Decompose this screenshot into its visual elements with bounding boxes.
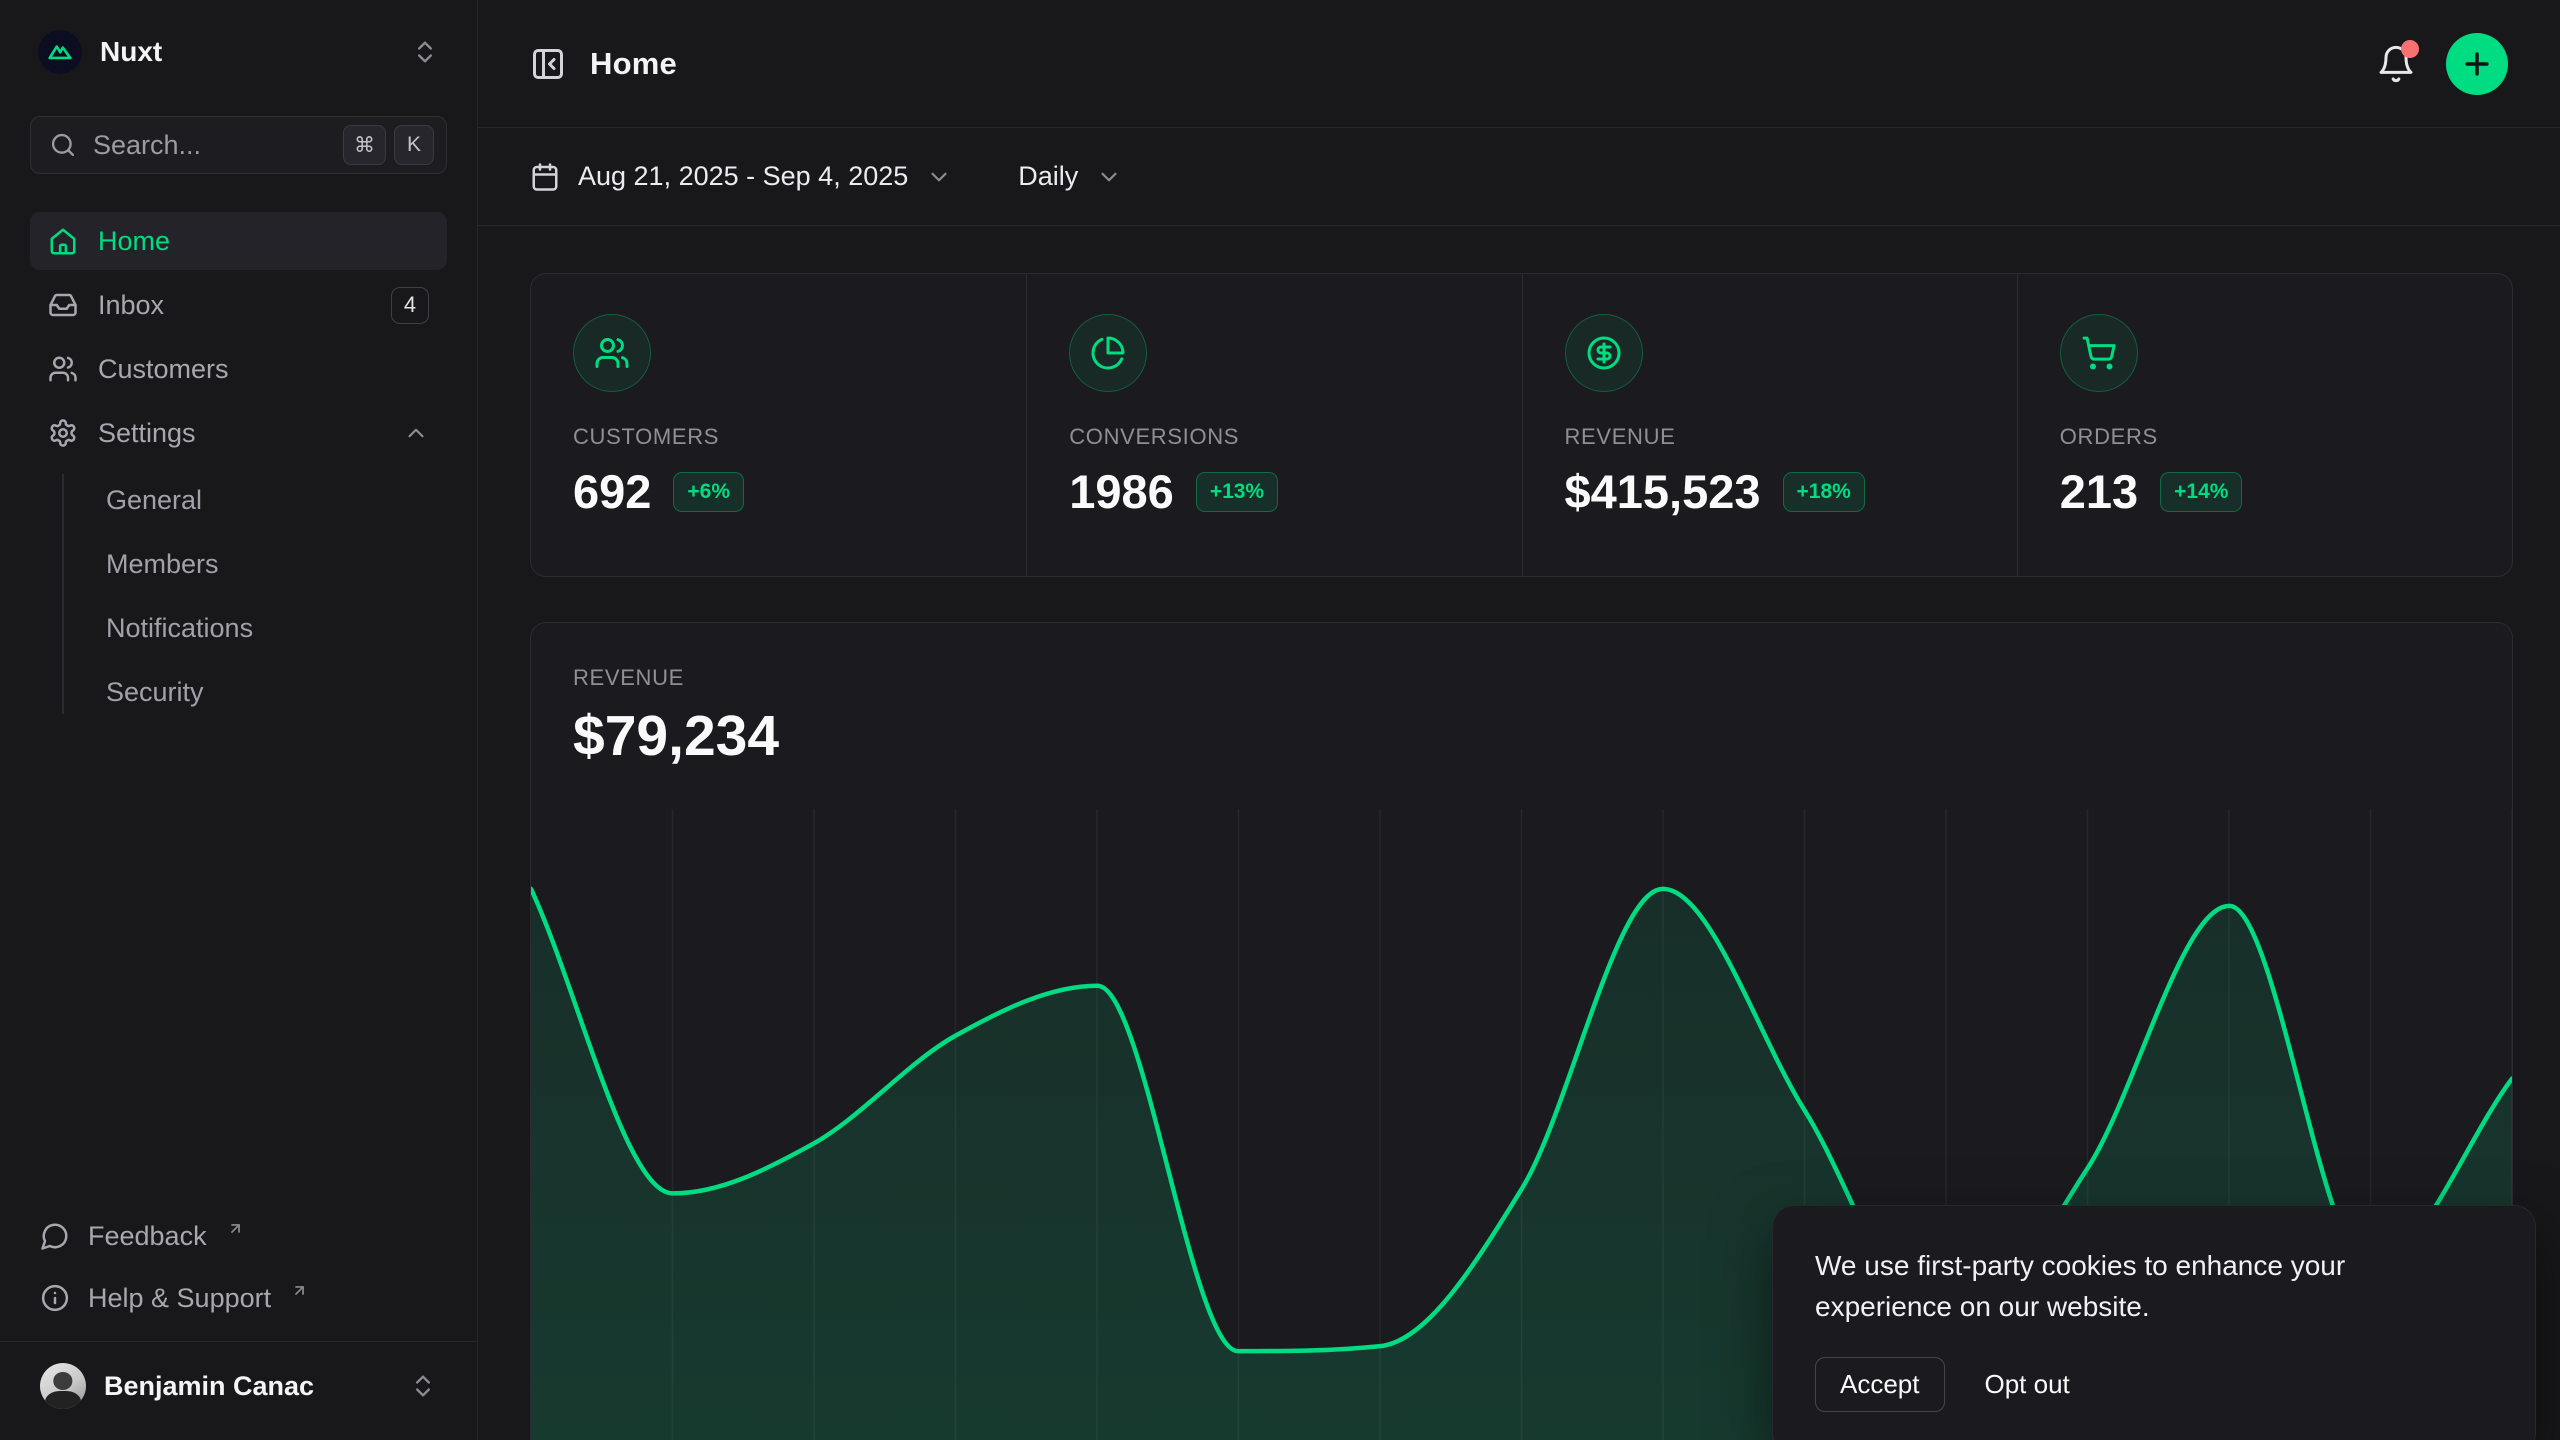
search-input[interactable]: Search... ⌘ K: [30, 116, 447, 174]
cookie-banner: We use first-party cookies to enhance yo…: [1772, 1205, 2536, 1440]
stat-delta-badge: +14%: [2160, 472, 2242, 512]
stat-delta-badge: +13%: [1196, 472, 1278, 512]
settings-subnav: General Members Notifications Security: [30, 468, 447, 724]
user-menu[interactable]: Benjamin Canac: [30, 1342, 447, 1430]
cookie-optout-button[interactable]: Opt out: [1985, 1369, 2070, 1400]
sidebar-item-settings[interactable]: Settings: [30, 404, 447, 462]
stat-label: REVENUE: [1565, 424, 1975, 450]
home-icon: [48, 226, 78, 256]
inbox-unread-badge: 4: [391, 287, 429, 324]
kbd-cmd: ⌘: [343, 125, 386, 165]
add-button[interactable]: [2446, 33, 2508, 95]
feedback-label: Feedback: [88, 1221, 207, 1252]
chevron-up-icon: [403, 420, 429, 446]
feedback-link[interactable]: Feedback: [30, 1205, 447, 1267]
stat-orders[interactable]: ORDERS 213 +14%: [2017, 274, 2512, 576]
users-icon: [48, 354, 78, 384]
user-name: Benjamin Canac: [104, 1371, 314, 1402]
sidebar-item-label: Settings: [98, 418, 196, 449]
chevrons-up-down-icon: [411, 38, 439, 66]
period-value: Daily: [1018, 161, 1078, 192]
info-circle-icon: [40, 1283, 70, 1313]
sidebar-item-inbox[interactable]: Inbox 4: [30, 276, 447, 334]
stat-customers[interactable]: CUSTOMERS 692 +6%: [531, 274, 1026, 576]
sidebar-item-label: Inbox: [98, 290, 164, 321]
notifications-button[interactable]: [2376, 44, 2416, 84]
calendar-icon: [530, 162, 560, 192]
user-avatar: [40, 1363, 86, 1409]
stat-value: 692: [573, 464, 651, 519]
stat-delta-badge: +6%: [673, 472, 744, 512]
stat-value: $415,523: [1565, 464, 1761, 519]
sidebar-item-customers[interactable]: Customers: [30, 340, 447, 398]
sidebar-item-notifications[interactable]: Notifications: [30, 596, 447, 660]
search-shortcut: ⌘ K: [343, 125, 434, 165]
sidebar: Nuxt Search... ⌘ K Home: [0, 0, 478, 1440]
plus-icon: [2460, 47, 2494, 81]
cookie-message: We use first-party cookies to enhance yo…: [1815, 1246, 2435, 1327]
dollar-circle-icon: [1565, 314, 1643, 392]
topbar-actions: [2376, 33, 2508, 95]
chevron-down-icon: [1096, 164, 1122, 190]
help-support-label: Help & Support: [88, 1283, 271, 1314]
external-link-icon: [291, 1282, 308, 1299]
stat-conversions[interactable]: CONVERSIONS 1986 +13%: [1026, 274, 1521, 576]
revenue-value: $79,234: [573, 703, 2470, 769]
gear-icon: [48, 418, 78, 448]
search-placeholder: Search...: [93, 130, 201, 161]
sidebar-footer: Feedback Help & Support Benjamin Canac: [30, 1205, 447, 1430]
external-link-icon: [227, 1220, 244, 1237]
help-support-link[interactable]: Help & Support: [30, 1267, 447, 1329]
sidebar-item-label: Customers: [98, 354, 229, 385]
users-icon: [573, 314, 651, 392]
date-range-picker[interactable]: Aug 21, 2025 - Sep 4, 2025: [530, 161, 952, 192]
inbox-icon: [48, 290, 78, 320]
date-range-value: Aug 21, 2025 - Sep 4, 2025: [578, 161, 908, 192]
filters-toolbar: Aug 21, 2025 - Sep 4, 2025 Daily: [478, 128, 2560, 226]
stat-value: 213: [2060, 464, 2138, 519]
chevrons-up-down-icon: [409, 1372, 437, 1400]
chat-bubble-icon: [40, 1221, 70, 1251]
search-icon: [49, 131, 77, 159]
period-select[interactable]: Daily: [1018, 161, 1122, 192]
sidebar-item-home[interactable]: Home: [30, 212, 447, 270]
chevron-down-icon: [926, 164, 952, 190]
kbd-k: K: [394, 125, 434, 165]
sidebar-item-security[interactable]: Security: [30, 660, 447, 724]
pie-chart-icon: [1069, 314, 1147, 392]
workspace-switcher[interactable]: Nuxt: [30, 26, 447, 78]
page-title: Home: [590, 46, 677, 82]
stat-label: CUSTOMERS: [573, 424, 984, 450]
cookie-accept-button[interactable]: Accept: [1815, 1357, 1945, 1412]
stat-delta-badge: +18%: [1783, 472, 1865, 512]
sidebar-collapse-icon[interactable]: [530, 46, 566, 82]
sidebar-nav: Home Inbox 4 Customers Settings: [30, 212, 447, 724]
sidebar-item-general[interactable]: General: [30, 468, 447, 532]
stats-row: CUSTOMERS 692 +6% CONVERSIONS 1986 +13%: [530, 273, 2513, 577]
stat-label: CONVERSIONS: [1069, 424, 1479, 450]
revenue-label: REVENUE: [573, 665, 2470, 691]
topbar-left: Home: [530, 46, 677, 82]
sidebar-item-members[interactable]: Members: [30, 532, 447, 596]
revenue-header: REVENUE $79,234: [531, 623, 2512, 809]
stat-revenue[interactable]: REVENUE $415,523 +18%: [1522, 274, 2017, 576]
notification-dot: [2401, 40, 2419, 58]
stat-value: 1986: [1069, 464, 1174, 519]
cookie-actions: Accept Opt out: [1815, 1357, 2493, 1412]
brand-name: Nuxt: [100, 36, 162, 68]
topbar: Home: [478, 0, 2560, 128]
sidebar-item-label: Home: [98, 226, 170, 257]
stat-label: ORDERS: [2060, 424, 2470, 450]
cart-icon: [2060, 314, 2138, 392]
nuxt-logo-icon: [38, 30, 82, 74]
